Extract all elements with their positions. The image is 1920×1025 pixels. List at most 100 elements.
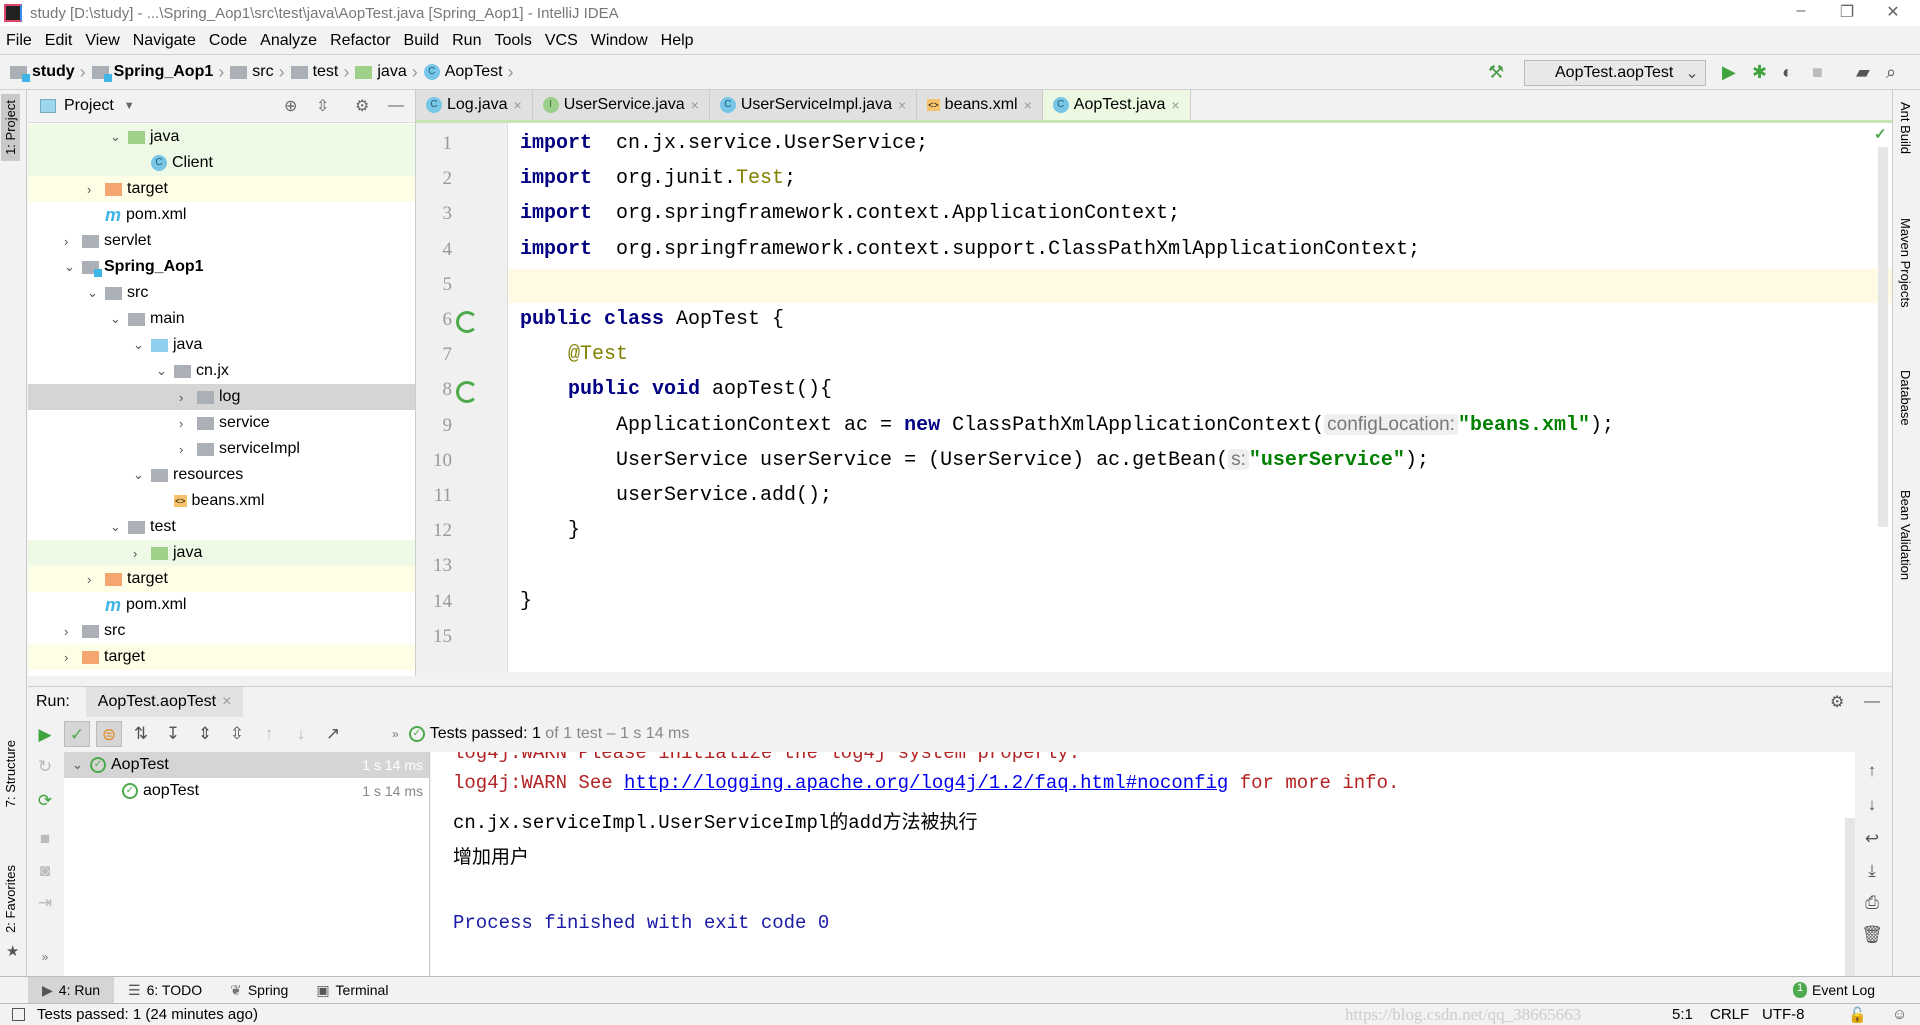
tool-tab-database[interactable]: Database (1898, 370, 1913, 426)
soft-wrap-icon[interactable]: ↩ (1859, 826, 1885, 852)
run-test-gutter-icon[interactable] (456, 381, 478, 404)
code-editor[interactable]: 1 2 3 4 5 6 7 8 9 10 11 12 13 14 15 import cn.jx.servi… (416, 123, 1892, 672)
breadcrumb-study[interactable]: study › (10, 62, 86, 83)
chevron-right-icon[interactable]: › (133, 546, 151, 561)
tree-item[interactable]: › service (28, 410, 415, 436)
tool-tab-ant-build[interactable]: Ant Build (1898, 102, 1913, 154)
breadcrumb-src[interactable]: src › (230, 62, 285, 83)
tool-tab-todo[interactable]: ☰ 6: TODO (114, 977, 216, 1004)
run-configuration-select[interactable]: AopTest.aopTest ⌄ (1524, 60, 1706, 86)
close-tab-icon[interactable]: × (514, 97, 522, 113)
close-tab-icon[interactable]: × (1171, 97, 1179, 113)
tree-item[interactable]: › java (28, 540, 415, 566)
breadcrumb-java[interactable]: java › (355, 62, 418, 83)
chevron-down-icon[interactable]: ⌄ (64, 259, 82, 275)
menu-vcs[interactable]: VCS (545, 32, 578, 50)
chevron-right-icon[interactable]: › (179, 416, 197, 431)
chevron-down-icon[interactable]: ⌄ (133, 467, 151, 483)
chevron-down-icon[interactable]: ⌄ (72, 757, 90, 773)
search-icon[interactable]: ⌕ (1886, 62, 1896, 83)
chevron-right-icon[interactable]: › (64, 624, 82, 639)
menu-edit[interactable]: Edit (45, 32, 73, 50)
editor-scrollbar[interactable] (1878, 147, 1888, 527)
tree-item[interactable]: › target (28, 566, 415, 592)
tree-item[interactable]: › serviceImpl (28, 436, 415, 462)
menu-run[interactable]: Run (452, 32, 481, 50)
sort-by-duration-icon[interactable]: ↧ (160, 721, 186, 747)
chevron-down-icon[interactable]: ⌄ (110, 311, 128, 327)
import-tests-icon[interactable]: ⇥ (32, 890, 58, 916)
tree-item[interactable]: › servlet (28, 228, 415, 254)
coverage-icon[interactable]: ◐ (1782, 62, 1793, 83)
caret-position[interactable]: 5:1 (1672, 1006, 1693, 1023)
menu-refactor[interactable]: Refactor (330, 32, 390, 50)
tree-item[interactable]: ⌄ resources (28, 462, 415, 488)
locate-target-icon[interactable]: ⊕ (284, 96, 297, 116)
tool-tab-maven-projects[interactable]: Maven Projects (1898, 218, 1913, 308)
menu-view[interactable]: View (85, 32, 119, 50)
tool-tab-spring[interactable]: ❦ Spring (216, 977, 302, 1004)
test-suite-row[interactable]: ⌄ ✓ AopTest 1 s 14 ms (64, 752, 429, 778)
collapse-all-icon[interactable]: ⇳ (224, 721, 250, 747)
scroll-to-end-icon[interactable]: ⤓ (1859, 858, 1885, 884)
close-tab-icon[interactable]: × (1024, 97, 1032, 113)
tree-item[interactable]: C Client (28, 150, 415, 176)
tree-item[interactable]: m pom.xml (28, 202, 415, 228)
down-arrow-icon[interactable]: ↓ (1859, 792, 1885, 818)
tree-item[interactable]: ⌄ test (28, 514, 415, 540)
chevron-right-icon[interactable]: › (87, 182, 105, 197)
hide-panel-icon[interactable]: — (388, 97, 404, 115)
editor-tab[interactable]: <> beans.xml × (917, 90, 1043, 120)
console-output[interactable]: log4j:WARN Please initialize the log4j s… (431, 752, 1855, 976)
print-icon[interactable]: ⎙ (1859, 890, 1885, 916)
rerun-failed-icon[interactable]: ↻ (32, 754, 58, 780)
tree-item[interactable]: ⌄ java (28, 124, 415, 150)
editor-tab[interactable]: C AopTest.java × (1042, 90, 1191, 120)
gear-icon[interactable]: ⚙ (355, 96, 369, 116)
rerun-icon[interactable]: ▶ (32, 722, 58, 748)
menu-navigate[interactable]: Navigate (133, 32, 196, 50)
up-arrow-icon[interactable]: ↑ (1859, 758, 1885, 784)
tool-tab-project[interactable]: 1: Project (1, 94, 20, 161)
tool-tab-structure[interactable]: 7: Structure (3, 740, 18, 807)
close-button[interactable]: ✕ (1870, 2, 1916, 24)
editor-tab[interactable]: C Log.java × (416, 90, 533, 120)
inspector-icon[interactable]: ☺ (1892, 1006, 1907, 1023)
menu-window[interactable]: Window (591, 32, 648, 50)
trash-icon[interactable]: 🗑 (1859, 922, 1885, 948)
tool-tab-favorites[interactable]: 2: Favorites (3, 865, 18, 933)
run-test-gutter-icon[interactable] (456, 311, 478, 333)
menu-file[interactable]: File (6, 32, 32, 50)
tree-item[interactable]: › log (28, 384, 415, 410)
editor-tab[interactable]: I UserService.java × (532, 90, 710, 120)
menu-analyze[interactable]: Analyze (260, 32, 317, 50)
tree-item[interactable]: <> beans.xml (28, 488, 415, 514)
maximize-button[interactable]: ❐ (1824, 2, 1870, 24)
stop-icon[interactable]: ■ (1812, 62, 1823, 83)
next-test-icon[interactable]: ↓ (288, 721, 314, 747)
tree-item[interactable]: ⌄ java (28, 332, 415, 358)
more-icon[interactable]: » (392, 727, 399, 741)
menu-build[interactable]: Build (404, 32, 440, 50)
debug-bug-icon[interactable]: ✱ (1752, 62, 1767, 83)
hide-panel-icon[interactable]: — (1864, 693, 1880, 711)
chevron-down-icon[interactable]: ⌄ (87, 285, 105, 301)
chevron-right-icon[interactable]: › (87, 572, 105, 587)
chevron-down-icon[interactable]: ⌄ (110, 129, 128, 145)
toggle-tool-windows-icon[interactable] (12, 1008, 25, 1021)
event-log-button[interactable]: 1 Event Log (1793, 982, 1875, 998)
export-icon[interactable]: ↗ (320, 721, 346, 747)
line-separator[interactable]: CRLF (1710, 1006, 1749, 1023)
show-ignored-icon[interactable]: ⊜ (96, 721, 122, 747)
close-icon[interactable]: × (222, 693, 231, 711)
tree-item[interactable]: ⌄ src (28, 280, 415, 306)
tree-item[interactable]: ⌄ main (28, 306, 415, 332)
console-link[interactable]: http://logging.apache.org/log4j/1.2/faq.… (624, 772, 1228, 794)
previous-test-icon[interactable]: ↑ (256, 721, 282, 747)
breadcrumb-aoptest[interactable]: C AopTest › (423, 62, 514, 83)
chevron-down-icon[interactable]: ⌄ (156, 363, 174, 379)
minimize-button[interactable]: – (1778, 2, 1824, 24)
dropdown-arrow-icon[interactable]: ▼ (124, 100, 135, 112)
gear-icon[interactable]: ⚙ (1830, 692, 1844, 712)
chevron-down-icon[interactable]: ⌄ (133, 337, 151, 353)
